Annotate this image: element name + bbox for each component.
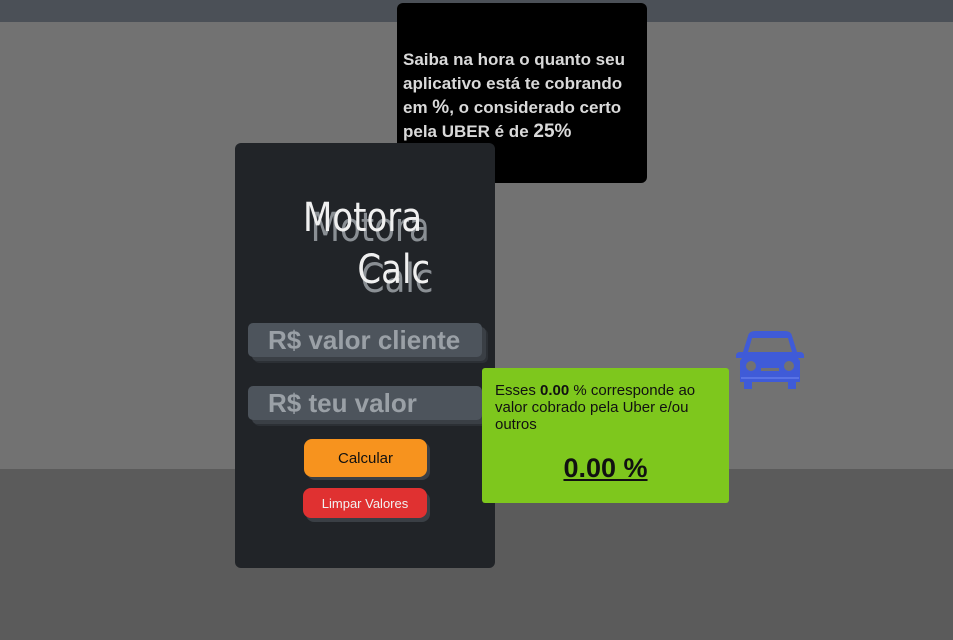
- client-value-input[interactable]: [268, 323, 482, 357]
- result-inline-value: 0.00: [540, 382, 570, 399]
- app-logo: Motora Calc Motora Calc: [303, 191, 443, 301]
- my-value-input[interactable]: [268, 386, 482, 420]
- client-value-field: [248, 323, 482, 357]
- logo-line-2: Calc: [357, 246, 430, 292]
- result-prefix: Esses: [495, 382, 541, 399]
- car-icon: [734, 330, 806, 392]
- info-uber-rate: 25%: [533, 121, 572, 142]
- clear-values-button[interactable]: Limpar Valores: [303, 488, 427, 518]
- logo-line-1: Motora: [303, 194, 422, 240]
- result-description: Esses 0.00 % corresponde ao valor cobrad…: [495, 382, 717, 433]
- my-value-field: [248, 386, 482, 420]
- calculate-button[interactable]: Calcular: [304, 439, 427, 477]
- result-box: Esses 0.00 % corresponde ao valor cobrad…: [482, 368, 729, 503]
- calculator-panel: Motora Calc Motora Calc Calcular Limpar …: [235, 143, 495, 568]
- info-percent-sign: %: [432, 97, 450, 118]
- result-percentage: 0.00 %: [563, 453, 648, 483]
